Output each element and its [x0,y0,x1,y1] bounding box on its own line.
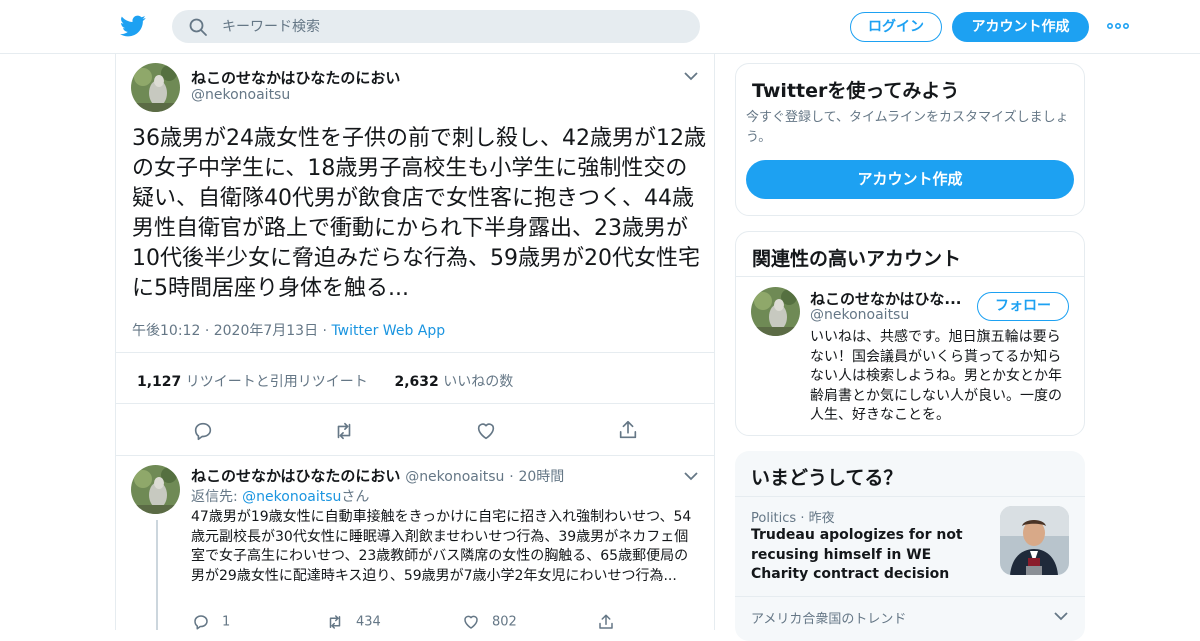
tweet-source-link[interactable]: Twitter Web App [331,323,445,339]
retweet-icon [329,615,341,629]
follow-button[interactable]: フォロー [977,292,1069,321]
divider [735,596,1085,597]
replying-to: 返信先: @nekonoaitsuさん [191,489,370,505]
signup-card-subtitle: 今すぐ登録して、タイムラインをカスタマイズしましょう。 [746,110,1069,145]
chevron-down-icon[interactable] [683,470,699,482]
separator: · [800,511,805,526]
trend-category: Politics [751,511,797,526]
divider [735,496,1085,497]
trend-thumbnail-image[interactable] [1000,506,1069,575]
trends-card-title: いまどうしてる？ [751,467,903,489]
share-icon [599,614,613,629]
search-icon [189,18,207,36]
signup-card: Twitterを使ってみよう 今すぐ登録して、タイムラインをカスタマイズしましょ… [735,63,1085,216]
like-heart-icon [464,615,478,629]
trends-footer: アメリカ合衆国のトレンド [751,612,907,627]
divider [116,352,714,353]
retweet-icon[interactable] [333,420,355,442]
top-navigation-bar: ログイン アカウント作成 [0,0,1200,54]
main-timeline-column: ねこのせなかはひなたのにおい @nekonoaitsu 36歳男が24歳女性を子… [115,54,715,630]
search-box[interactable] [172,10,700,43]
related-handle[interactable]: @nekonoaitsu [810,307,909,323]
thread-line [156,520,158,630]
like-stat[interactable]: 2,632 いいねの数 [394,374,513,390]
twitter-bird-icon[interactable] [119,13,147,39]
related-card-title: 関連性の高いアカウント [752,248,962,270]
related-accounts-card: 関連性の高いアカウント ねこのせなかはひな... @nekonoaitsu フォ… [735,231,1085,436]
divider [116,455,714,456]
login-button[interactable]: ログイン [850,12,942,42]
reply-to-handle-link[interactable]: @nekonoaitsu [242,489,341,505]
divider [116,403,714,404]
search-input[interactable] [222,10,682,43]
author-display-name[interactable]: ねこのせなかはひなたのにおい [191,67,400,88]
retweet-stat[interactable]: 1,127 リツイートと引用リツイート [137,374,368,390]
chevron-down-icon[interactable] [683,70,699,82]
signup-card-button[interactable]: アカウント作成 [746,160,1074,199]
tweet-date[interactable]: 2020年7月13日 [214,323,318,339]
trend-headline[interactable]: Trudeau apologizes for not recusing hims… [751,526,991,585]
reply-reply-action[interactable]: 1 [192,613,230,633]
reply-age[interactable]: 20時間 [518,469,564,485]
like-heart-icon[interactable] [475,420,497,442]
reply-icon[interactable] [192,420,214,442]
related-bio: いいねは、共感です。旭日旗五輪は要らない！国会議員がいくら貰ってるか知らない人は… [810,329,1062,423]
related-avatar[interactable] [751,287,800,336]
separator: · [509,469,514,485]
signup-button[interactable]: アカウント作成 [952,12,1089,42]
reply-display-name[interactable]: ねこのせなかはひなたのにおい [191,467,400,485]
reply-like-action[interactable]: 802 [462,613,517,633]
divider [736,276,1084,277]
separator: · [204,323,210,339]
share-icon[interactable] [617,419,639,441]
reply-icon [194,615,208,630]
author-handle[interactable]: @nekonoaitsu [191,87,290,103]
reply-text: 47歳男が19歳女性に自動車接触をきっかけに自宅に招き入れ強制わいせつ、54歳元… [191,509,692,584]
engagement-stats: 1,127 リツイートと引用リツイート 2,632 いいねの数 [137,371,513,391]
reply-header: ねこのせなかはひなたのにおい @nekonoaitsu · 20時間 [191,465,564,486]
reply-avatar[interactable] [131,465,180,514]
trend-meta: Politics · 昨夜 [751,507,835,526]
reply-retweet-action[interactable]: 434 [326,613,381,633]
reply-handle[interactable]: @nekonoaitsu [405,469,504,485]
separator: · [322,323,327,339]
avatar[interactable] [131,63,180,112]
related-display-name[interactable]: ねこのせなかはひな... [810,288,962,309]
signup-card-title: Twitterを使ってみよう [752,80,960,102]
chevron-down-icon[interactable] [1053,610,1069,622]
reply-share-action[interactable] [597,613,627,633]
trends-card: いまどうしてる？ Politics · 昨夜 Trudeau apologize… [735,451,1085,641]
tweet-timestamp: 午後10:12 · 2020年7月13日 · Twitter Web App [132,320,445,340]
trend-time: 昨夜 [808,511,835,526]
tweet-time[interactable]: 午後10:12 [132,323,200,339]
more-options-icon[interactable] [1106,18,1130,34]
tweet-text: 36歳男が24歳女性を子供の前で刺し殺し、42歳男が12歳の女子中学生に、18歳… [132,126,706,301]
